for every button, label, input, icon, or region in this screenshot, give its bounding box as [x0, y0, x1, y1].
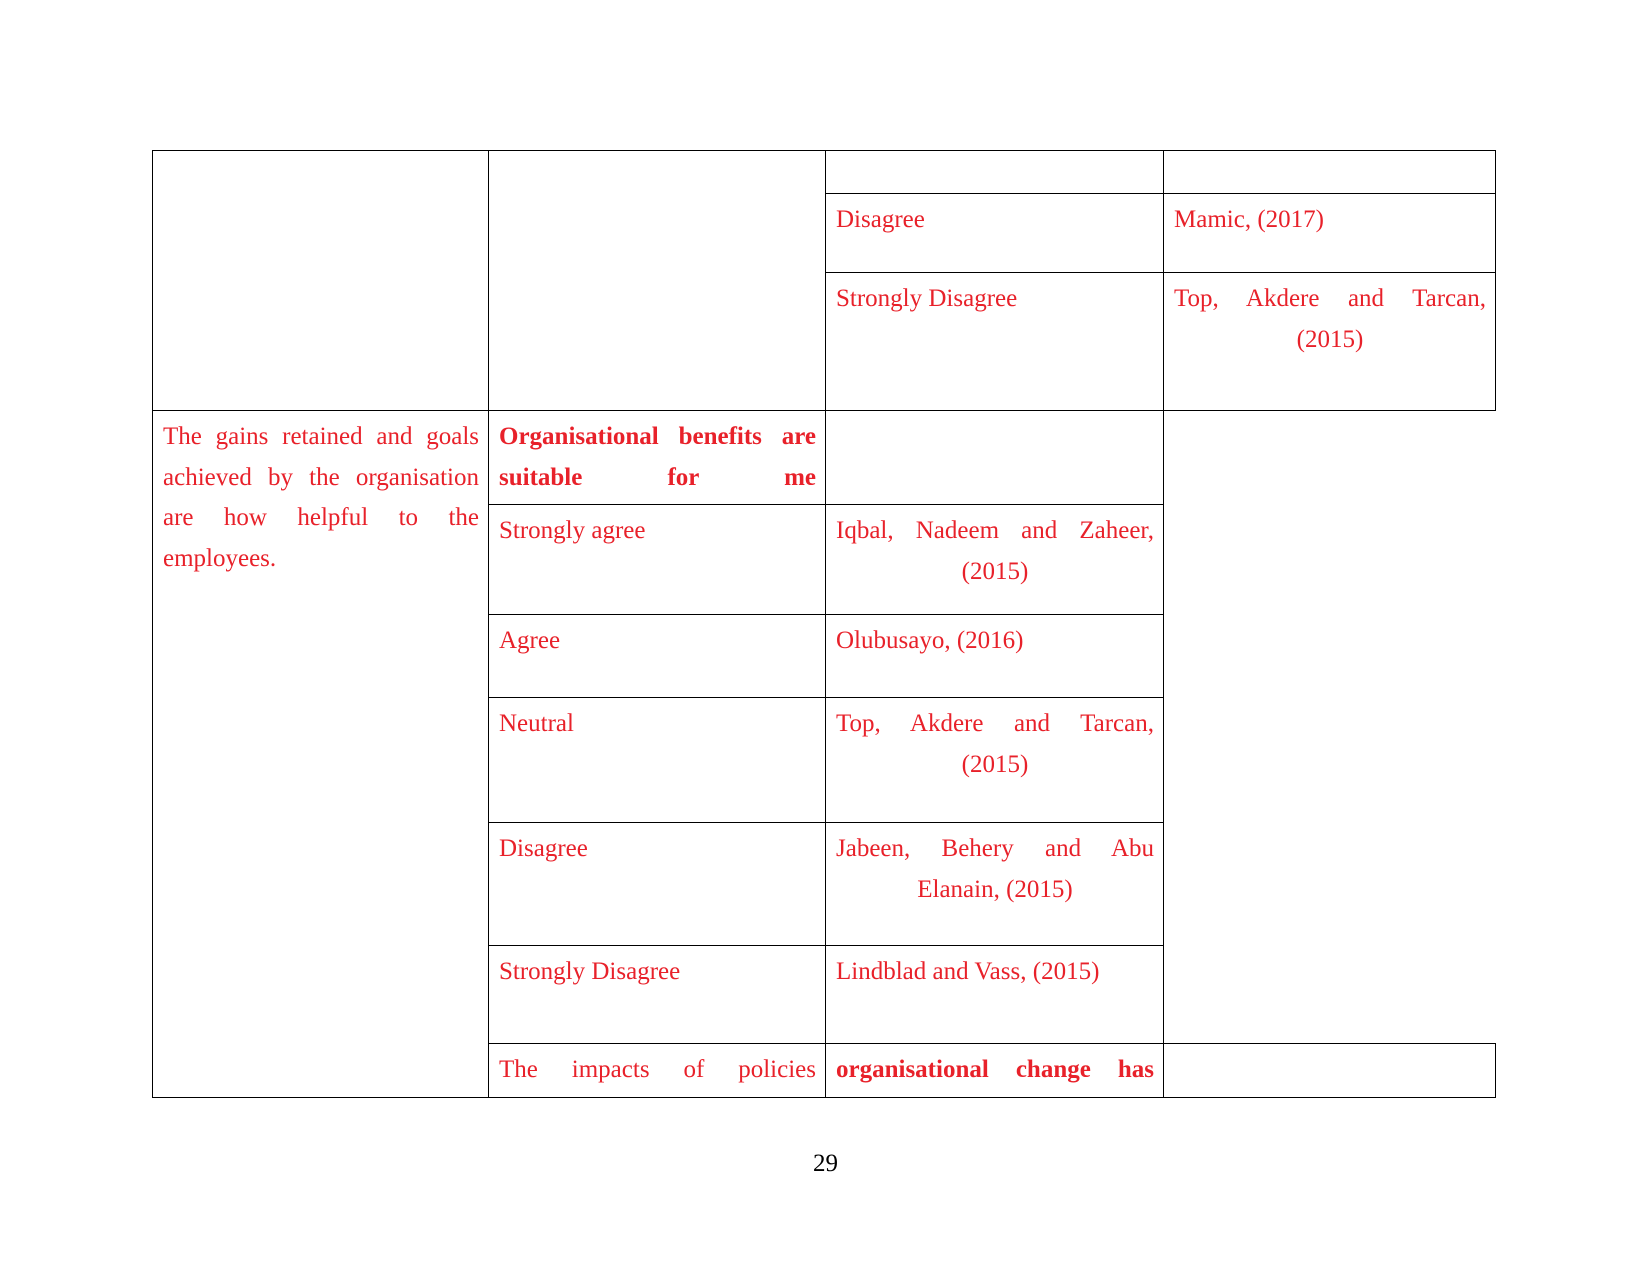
- cell-description-column: [488, 150, 826, 411]
- citation-line-1: Top, Akdere and Tarcan,: [836, 710, 1154, 737]
- table-row: [152, 150, 1496, 411]
- description-text: The impacts of policies: [499, 1056, 816, 1083]
- cell-description-column: The impacts of policies: [488, 1043, 826, 1098]
- cell-citation: [825, 410, 1164, 505]
- citation-line-2: Elanain, (2015): [917, 875, 1073, 903]
- cell-citation: Lindblad and Vass, (2015): [825, 945, 1164, 1044]
- page-number: 29: [813, 1150, 838, 1177]
- cell-statement: Strongly Disagree: [488, 945, 826, 1044]
- cell-statement: Organisational benefits are suitable for…: [488, 410, 826, 505]
- cell-citation: Olubusayo, (2016): [825, 614, 1164, 698]
- cell-statement: [825, 150, 1164, 194]
- citation-line-2: (2015): [961, 557, 1029, 585]
- citation-line-1: Iqbal, Nadeem and Zaheer,: [836, 517, 1154, 544]
- cell-statement: Strongly Disagree: [825, 272, 1164, 411]
- cell-statement: organisational change has: [825, 1043, 1164, 1098]
- cell-statement: Disagree: [825, 193, 1164, 273]
- cell-citation: [1163, 1043, 1496, 1098]
- cell-statement: Strongly agree: [488, 504, 826, 615]
- citation-line-1: Jabeen, Behery and Abu: [836, 835, 1154, 862]
- document-page: Disagree Mamic, (2017) Strongly Disagree…: [0, 0, 1651, 1275]
- cell-citation: Top, Akdere and Tarcan, (2015): [1163, 272, 1496, 411]
- statement-text: organisational change has: [836, 1056, 1154, 1083]
- cell-description-column: The gains retained and goals achieved by…: [152, 410, 489, 1098]
- cell-theme-column: [152, 150, 489, 411]
- description-text: The gains retained and goals achieved by…: [163, 423, 479, 572]
- citation-line-2: (2015): [1296, 325, 1364, 353]
- cell-statement: Neutral: [488, 697, 826, 823]
- cell-citation: Mamic, (2017): [1163, 193, 1496, 273]
- table-row: The gains retained and goals achieved by…: [152, 410, 1496, 1098]
- citation-line-1: Top, Akdere and Tarcan,: [1174, 285, 1486, 312]
- cell-citation: Iqbal, Nadeem and Zaheer, (2015): [825, 504, 1164, 615]
- cell-statement: Disagree: [488, 822, 826, 946]
- statement-text: Organisational benefits are suitable for…: [499, 423, 816, 491]
- cell-statement: Agree: [488, 614, 826, 698]
- citation-line-2: (2015): [961, 750, 1029, 778]
- cell-citation: Jabeen, Behery and Abu Elanain, (2015): [825, 822, 1164, 946]
- cell-citation: Top, Akdere and Tarcan, (2015): [825, 697, 1164, 823]
- literature-review-table: Disagree Mamic, (2017) Strongly Disagree…: [152, 150, 1496, 1098]
- cell-citation: [1163, 150, 1496, 194]
